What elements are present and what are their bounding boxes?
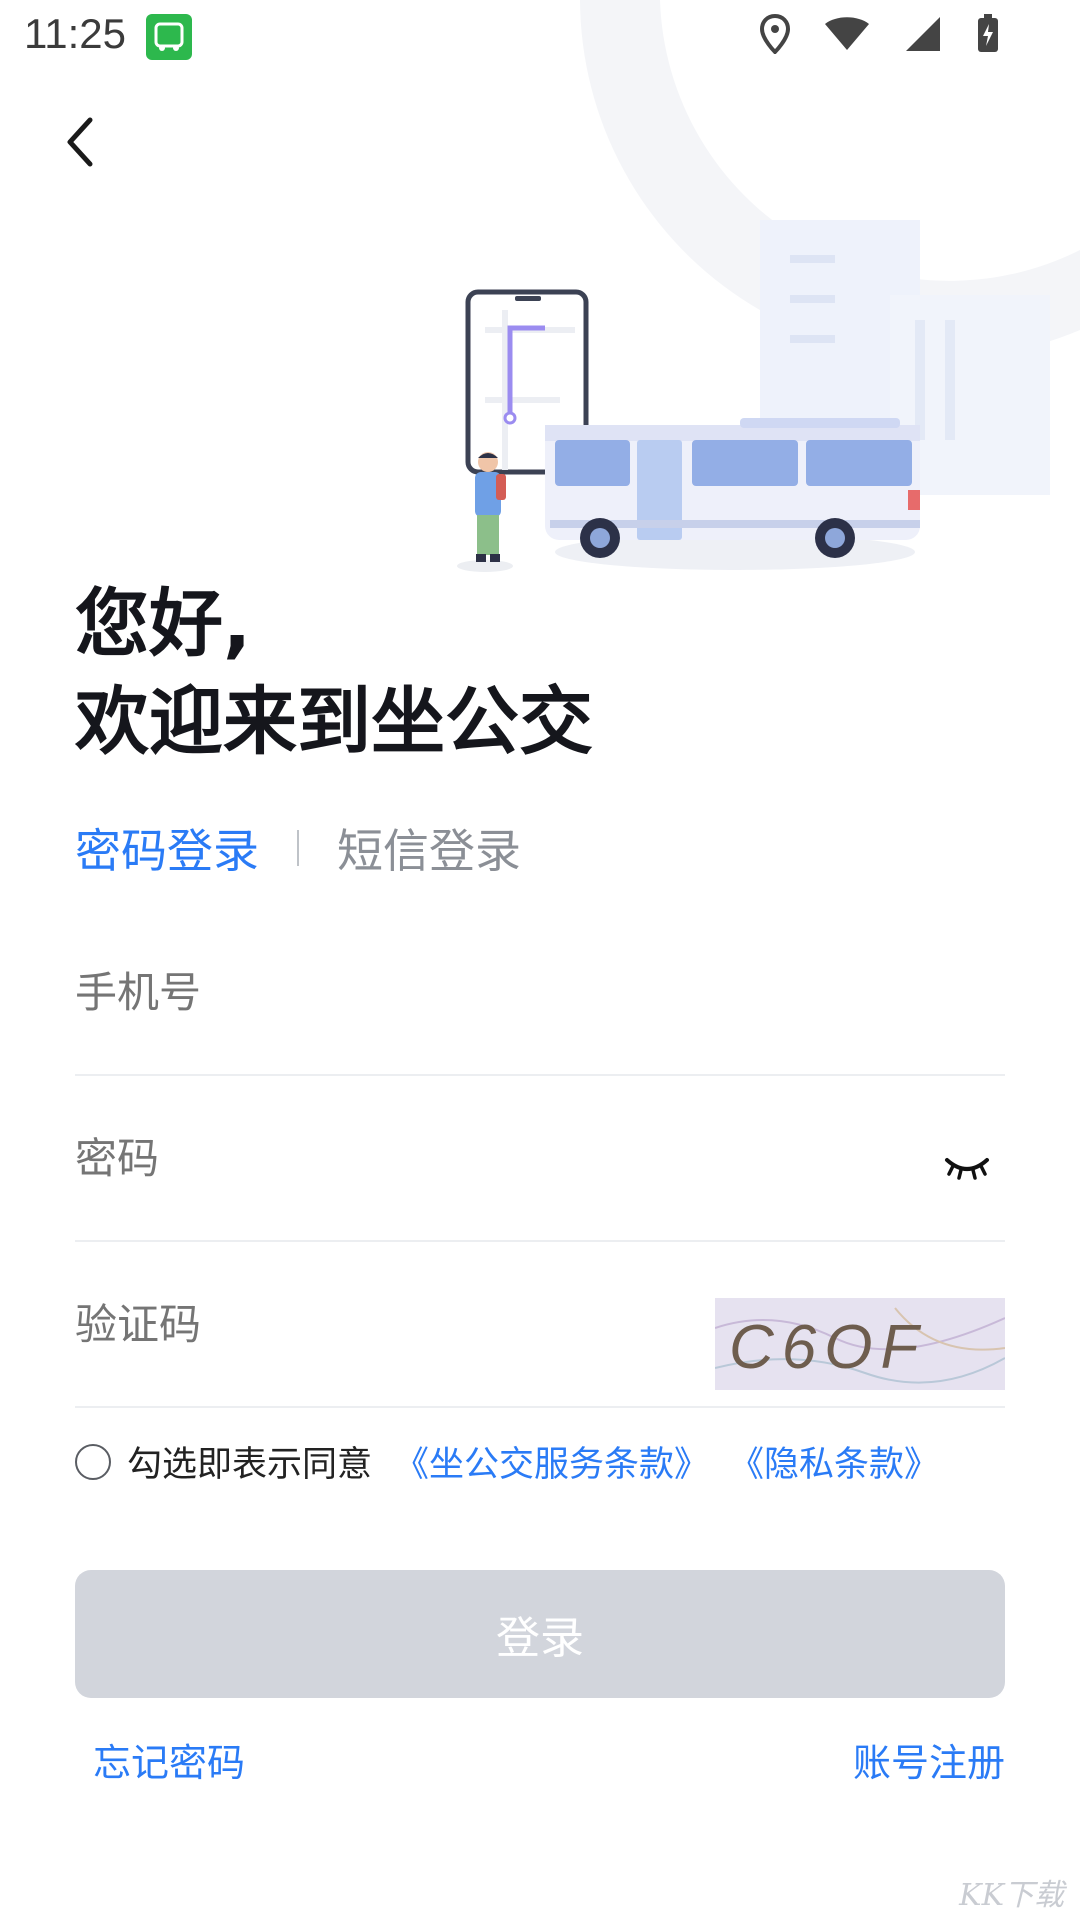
login-mode-tabs: 密码登录 短信登录 — [75, 815, 521, 881]
agreement-radio[interactable] — [75, 1443, 111, 1480]
bus-illustration — [457, 0, 1080, 572]
chevron-left-icon — [67, 117, 93, 167]
captcha-field: C6OF — [75, 1240, 1005, 1408]
captcha-code: C6OF — [729, 1313, 926, 1382]
toggle-password-visibility-button[interactable] — [943, 1148, 991, 1184]
greeting-line-1: 您好, — [75, 581, 252, 667]
login-button[interactable]: 登录 — [75, 1570, 1005, 1698]
eye-closed-icon — [945, 1158, 989, 1180]
tab-sms-login[interactable]: 短信登录 — [337, 815, 521, 881]
status-time: 11:25 — [24, 10, 126, 57]
register-account-link[interactable]: 账号注册 — [853, 1732, 1005, 1787]
greeting-line-2: 欢迎来到坐公交 — [75, 679, 593, 765]
password-input[interactable] — [75, 1134, 775, 1183]
bus-app-notification-icon — [146, 14, 192, 60]
captcha-input[interactable] — [75, 1300, 635, 1349]
phone-input[interactable] — [75, 968, 775, 1017]
privacy-terms-link[interactable]: 《隐私条款》 — [729, 1436, 939, 1487]
password-field — [75, 1074, 1005, 1242]
tab-password-login[interactable]: 密码登录 — [75, 815, 259, 881]
tab-divider — [297, 830, 299, 866]
service-terms-link[interactable]: 《坐公交服务条款》 — [394, 1436, 709, 1487]
phone-field — [75, 908, 1005, 1076]
watermark: KK下载 — [959, 1878, 1064, 1913]
captcha-image[interactable]: C6OF — [715, 1298, 1005, 1390]
welcome-heading: 您好, 欢迎来到坐公交 — [75, 575, 593, 771]
forgot-password-link[interactable]: 忘记密码 — [93, 1732, 245, 1787]
agreement-row: 勾选即表示同意 《坐公交服务条款》 《隐私条款》 — [75, 1436, 939, 1487]
back-button[interactable] — [50, 110, 110, 174]
agreement-text: 勾选即表示同意 — [127, 1445, 373, 1485]
